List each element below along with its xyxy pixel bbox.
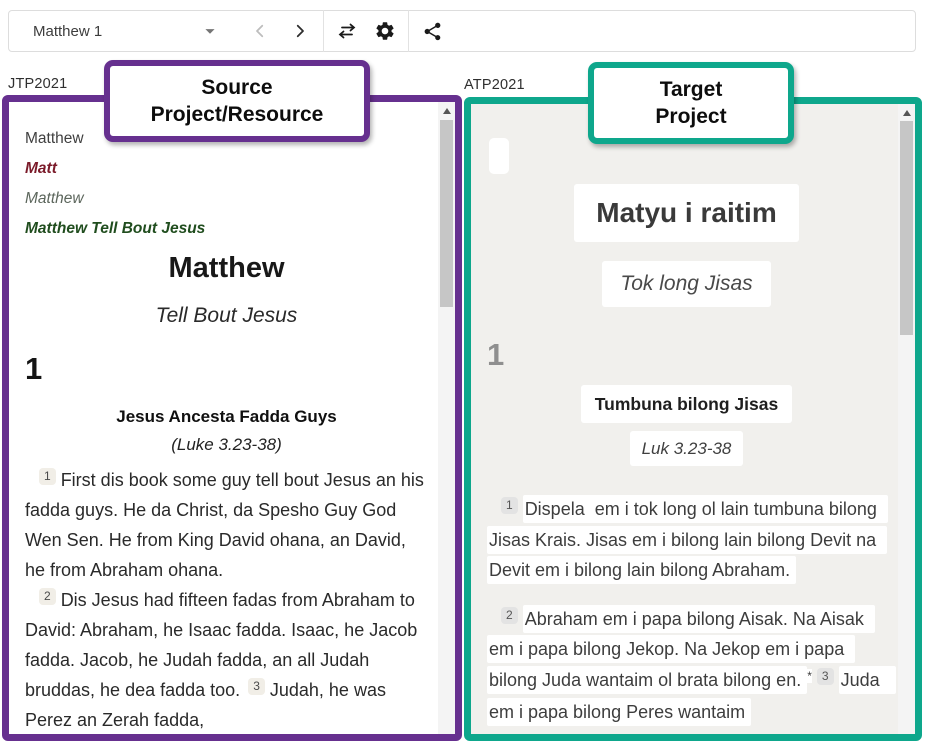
target-callout-annotation: Target Project bbox=[588, 62, 794, 144]
chevron-right-icon bbox=[291, 22, 309, 40]
source-callout-annotation: Source Project/Resource bbox=[104, 60, 370, 142]
target-section-heading[interactable]: Tumbuna bilong Jisas bbox=[581, 385, 792, 423]
target-verse-paragraph: 1Dispela em i tok long ol lain tumbuna b… bbox=[487, 494, 886, 586]
target-book-subtitle[interactable]: Tok long Jisas bbox=[602, 261, 770, 307]
source-header-line: Matt bbox=[25, 154, 428, 184]
scripture-reference-selector[interactable]: Matthew 1 bbox=[33, 20, 221, 42]
verse-number-chip: 2 bbox=[501, 607, 518, 624]
target-chapter-number: 1 bbox=[487, 337, 886, 373]
scrollbar-up-button[interactable] bbox=[438, 102, 455, 119]
toolbar: Matthew 1 bbox=[8, 10, 916, 52]
source-header-line: Matthew bbox=[25, 184, 428, 214]
caret-down-icon bbox=[199, 20, 221, 42]
source-panel-label: JTP2021 bbox=[8, 76, 67, 92]
callout-line: Project/Resource bbox=[122, 101, 352, 128]
verse-text[interactable]: Dispela em i tok long ol lain tumbuna bi… bbox=[487, 495, 888, 584]
target-panel: Matyu i raitim Tok long Jisas 1 Tumbuna … bbox=[464, 97, 922, 741]
scrollbar-up-button[interactable] bbox=[898, 104, 915, 121]
source-verse-paragraph: 2Dis Jesus had fifteen fadas from Abraha… bbox=[25, 585, 428, 734]
previous-chapter-button[interactable] bbox=[243, 14, 277, 48]
verse-number-chip: 3 bbox=[817, 668, 834, 685]
source-book-subtitle: Tell Bout Jesus bbox=[25, 304, 428, 328]
share-icon bbox=[422, 21, 443, 42]
target-verse-paragraph: 2Abraham em i papa bilong Aisak. Na Aisa… bbox=[487, 604, 886, 728]
callout-line: Source bbox=[122, 74, 352, 101]
callout-line: Target bbox=[606, 76, 776, 103]
source-verse-paragraph: 1First dis book some guy tell bout Jesus… bbox=[25, 465, 428, 585]
callout-line: Project bbox=[606, 103, 776, 130]
swap-arrows-icon bbox=[335, 19, 359, 43]
source-section-heading: Jesus Ancesta Fadda Guys bbox=[25, 407, 428, 427]
chevron-left-icon bbox=[251, 22, 269, 40]
target-panel-content: Matyu i raitim Tok long Jisas 1 Tumbuna … bbox=[471, 104, 898, 734]
toolbar-divider bbox=[323, 10, 324, 52]
empty-verse-placeholder[interactable] bbox=[489, 138, 509, 174]
footnote-marker[interactable]: * bbox=[807, 669, 812, 683]
scrollbar-thumb[interactable] bbox=[900, 121, 913, 335]
verse-number-chip: 1 bbox=[39, 468, 56, 485]
target-panel-scrollbar[interactable] bbox=[898, 104, 915, 734]
source-panel-content: Matthew Matt Matthew Matthew Tell Bout J… bbox=[9, 102, 438, 734]
reference-label: Matthew 1 bbox=[33, 23, 102, 40]
target-book-title[interactable]: Matyu i raitim bbox=[574, 184, 798, 242]
source-panel: Matthew Matt Matthew Matthew Tell Bout J… bbox=[2, 95, 462, 741]
source-parallel-reference: (Luke 3.23-38) bbox=[25, 435, 428, 455]
triangle-up-icon bbox=[443, 108, 451, 114]
source-header-line: Matthew Tell Bout Jesus bbox=[25, 214, 428, 244]
verse-number-chip: 2 bbox=[39, 588, 56, 605]
swap-panels-button[interactable] bbox=[330, 14, 364, 48]
triangle-up-icon bbox=[903, 110, 911, 116]
share-button[interactable] bbox=[415, 14, 449, 48]
verse-number-chip: 3 bbox=[248, 678, 265, 695]
target-parallel-reference[interactable]: Luk 3.23-38 bbox=[630, 431, 744, 466]
scrollbar-thumb[interactable] bbox=[440, 120, 453, 307]
source-book-title: Matthew bbox=[25, 252, 428, 285]
target-verse-text-block: 1Dispela em i tok long ol lain tumbuna b… bbox=[487, 494, 886, 728]
source-verse-text-block: 1First dis book some guy tell bout Jesus… bbox=[25, 465, 428, 734]
verse-text: First dis book some guy tell bout Jesus … bbox=[25, 470, 424, 580]
source-chapter-number: 1 bbox=[25, 351, 428, 387]
next-chapter-button[interactable] bbox=[283, 14, 317, 48]
gear-icon bbox=[374, 20, 396, 42]
source-panel-scrollbar[interactable] bbox=[438, 102, 455, 734]
target-panel-label: ATP2021 bbox=[464, 77, 525, 93]
toolbar-divider bbox=[408, 10, 409, 52]
verse-number-chip: 1 bbox=[501, 497, 518, 514]
settings-button[interactable] bbox=[368, 14, 402, 48]
